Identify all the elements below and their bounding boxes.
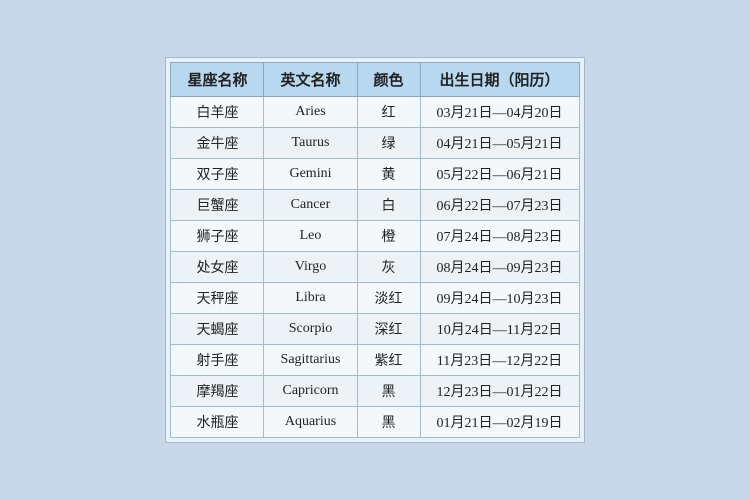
cell-dates: 07月24日—08月23日 — [420, 221, 579, 252]
cell-color: 白 — [357, 190, 420, 221]
cell-english-name: Taurus — [264, 128, 357, 159]
cell-color: 深红 — [357, 314, 420, 345]
cell-color: 紫红 — [357, 345, 420, 376]
table-row: 摩羯座Capricorn黑12月23日—01月22日 — [171, 376, 579, 407]
cell-chinese-name: 巨蟹座 — [171, 190, 264, 221]
cell-chinese-name: 摩羯座 — [171, 376, 264, 407]
cell-dates: 05月22日—06月21日 — [420, 159, 579, 190]
table-row: 金牛座Taurus绿04月21日—05月21日 — [171, 128, 579, 159]
cell-english-name: Scorpio — [264, 314, 357, 345]
cell-color: 黑 — [357, 407, 420, 438]
cell-chinese-name: 金牛座 — [171, 128, 264, 159]
cell-english-name: Aquarius — [264, 407, 357, 438]
table-row: 白羊座Aries红03月21日—04月20日 — [171, 97, 579, 128]
cell-chinese-name: 处女座 — [171, 252, 264, 283]
table-row: 双子座Gemini黄05月22日—06月21日 — [171, 159, 579, 190]
table-row: 射手座Sagittarius紫红11月23日—12月22日 — [171, 345, 579, 376]
cell-color: 绿 — [357, 128, 420, 159]
cell-color: 黑 — [357, 376, 420, 407]
cell-color: 橙 — [357, 221, 420, 252]
cell-english-name: Aries — [264, 97, 357, 128]
cell-color: 黄 — [357, 159, 420, 190]
cell-english-name: Libra — [264, 283, 357, 314]
cell-dates: 12月23日—01月22日 — [420, 376, 579, 407]
header-chinese-name: 星座名称 — [171, 63, 264, 97]
header-english-name: 英文名称 — [264, 63, 357, 97]
cell-color: 灰 — [357, 252, 420, 283]
table-row: 巨蟹座Cancer白06月22日—07月23日 — [171, 190, 579, 221]
cell-english-name: Capricorn — [264, 376, 357, 407]
cell-dates: 09月24日—10月23日 — [420, 283, 579, 314]
cell-english-name: Cancer — [264, 190, 357, 221]
cell-dates: 03月21日—04月20日 — [420, 97, 579, 128]
cell-chinese-name: 水瓶座 — [171, 407, 264, 438]
header-dates: 出生日期（阳历） — [420, 63, 579, 97]
table-row: 天蝎座Scorpio深红10月24日—11月22日 — [171, 314, 579, 345]
zodiac-table: 星座名称 英文名称 颜色 出生日期（阳历） 白羊座Aries红03月21日—04… — [170, 62, 579, 438]
table-row: 天秤座Libra淡红09月24日—10月23日 — [171, 283, 579, 314]
cell-chinese-name: 射手座 — [171, 345, 264, 376]
cell-color: 淡红 — [357, 283, 420, 314]
cell-dates: 11月23日—12月22日 — [420, 345, 579, 376]
cell-chinese-name: 双子座 — [171, 159, 264, 190]
table-row: 处女座Virgo灰08月24日—09月23日 — [171, 252, 579, 283]
table-header-row: 星座名称 英文名称 颜色 出生日期（阳历） — [171, 63, 579, 97]
zodiac-table-container: 星座名称 英文名称 颜色 出生日期（阳历） 白羊座Aries红03月21日—04… — [165, 57, 584, 443]
cell-chinese-name: 天蝎座 — [171, 314, 264, 345]
cell-dates: 10月24日—11月22日 — [420, 314, 579, 345]
cell-chinese-name: 白羊座 — [171, 97, 264, 128]
cell-color: 红 — [357, 97, 420, 128]
cell-dates: 04月21日—05月21日 — [420, 128, 579, 159]
table-row: 狮子座Leo橙07月24日—08月23日 — [171, 221, 579, 252]
header-color: 颜色 — [357, 63, 420, 97]
cell-english-name: Sagittarius — [264, 345, 357, 376]
table-row: 水瓶座Aquarius黑01月21日—02月19日 — [171, 407, 579, 438]
cell-english-name: Gemini — [264, 159, 357, 190]
cell-english-name: Leo — [264, 221, 357, 252]
cell-chinese-name: 狮子座 — [171, 221, 264, 252]
cell-dates: 01月21日—02月19日 — [420, 407, 579, 438]
cell-chinese-name: 天秤座 — [171, 283, 264, 314]
cell-dates: 08月24日—09月23日 — [420, 252, 579, 283]
cell-dates: 06月22日—07月23日 — [420, 190, 579, 221]
cell-english-name: Virgo — [264, 252, 357, 283]
